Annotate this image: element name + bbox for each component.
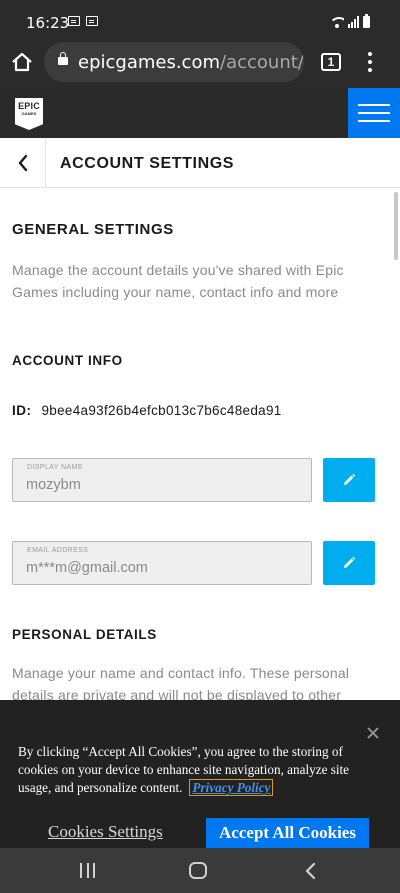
cookie-banner: By clicking “Accept All Cookies”, you ag… (0, 700, 400, 848)
email-field[interactable]: EMAIL ADDRESS (12, 541, 312, 585)
display-name-label: DISPLAY NAME (27, 464, 83, 471)
system-navigation-bar (0, 848, 400, 893)
cookies-settings-button[interactable]: Cookies Settings (48, 822, 163, 842)
account-id-row: ID: 9bee4a93f26b4efcb013c7b6c48eda91 (12, 403, 282, 418)
wifi-icon (330, 16, 344, 28)
display-name-input[interactable] (26, 477, 306, 493)
hamburger-menu-icon[interactable] (348, 88, 400, 138)
system-icons (330, 14, 370, 28)
back-button[interactable] (0, 138, 46, 188)
edit-display-name-button[interactable] (323, 458, 375, 502)
general-settings-heading: GENERAL SETTINGS (12, 221, 174, 238)
status-time: 16:23 (26, 14, 70, 32)
url-path: /account/per (220, 52, 304, 73)
close-icon-glyph (367, 727, 379, 739)
recent-apps-icon[interactable] (80, 863, 95, 878)
battery-icon (363, 14, 370, 28)
home-icon (12, 52, 32, 72)
tab-switcher-button[interactable]: 1 (321, 53, 341, 71)
account-id-label: ID: (12, 403, 32, 418)
pencil-icon (344, 473, 356, 485)
logo-line-1: EPIC (18, 101, 40, 111)
edit-email-button[interactable] (323, 541, 375, 585)
back-nav-icon[interactable] (304, 862, 318, 880)
chevron-left-icon (18, 154, 27, 172)
cookie-message: By clicking “Accept All Cookies”, you ag… (18, 744, 350, 795)
cookie-text-block: By clicking “Accept All Cookies”, you ag… (18, 743, 378, 797)
pencil-icon (344, 556, 356, 568)
site-header: EPIC GAMES (0, 88, 400, 138)
page-title: ACCOUNT SETTINGS (60, 155, 235, 172)
home-nav-icon[interactable] (189, 862, 207, 879)
email-input[interactable] (26, 560, 306, 576)
notification-icon (68, 16, 80, 26)
signal-icon (348, 16, 359, 28)
url-host: epicgames.com (78, 52, 221, 73)
notification-icon (86, 16, 98, 26)
lock-icon (58, 52, 68, 65)
page-scrollbar[interactable] (394, 192, 398, 260)
accept-all-cookies-button[interactable]: Accept All Cookies (206, 818, 369, 848)
privacy-policy-link[interactable]: Privacy Policy (189, 779, 274, 796)
home-button[interactable] (8, 46, 36, 78)
address-bar[interactable]: epicgames.com/account/per (44, 42, 304, 82)
status-bar: 16:23 (0, 0, 400, 40)
general-settings-description: Manage the account details you've shared… (12, 262, 344, 300)
display-name-field[interactable]: DISPLAY NAME (12, 458, 312, 502)
email-label: EMAIL ADDRESS (27, 547, 89, 554)
kebab-menu-icon[interactable] (362, 50, 378, 74)
personal-details-heading: PERSONAL DETAILS (12, 627, 157, 642)
account-info-heading: ACCOUNT INFO (12, 353, 123, 368)
logo-line-2: GAMES (21, 111, 37, 116)
epic-games-logo[interactable]: EPIC GAMES (15, 98, 43, 130)
url-text: epicgames.com/account/per (78, 52, 304, 73)
page-header: ACCOUNT SETTINGS (0, 138, 400, 188)
close-icon[interactable] (364, 724, 382, 742)
browser-toolbar: epicgames.com/account/per 1 (0, 40, 400, 88)
account-id-value: 9bee4a93f26b4efcb013c7b6c48eda91 (41, 403, 282, 418)
